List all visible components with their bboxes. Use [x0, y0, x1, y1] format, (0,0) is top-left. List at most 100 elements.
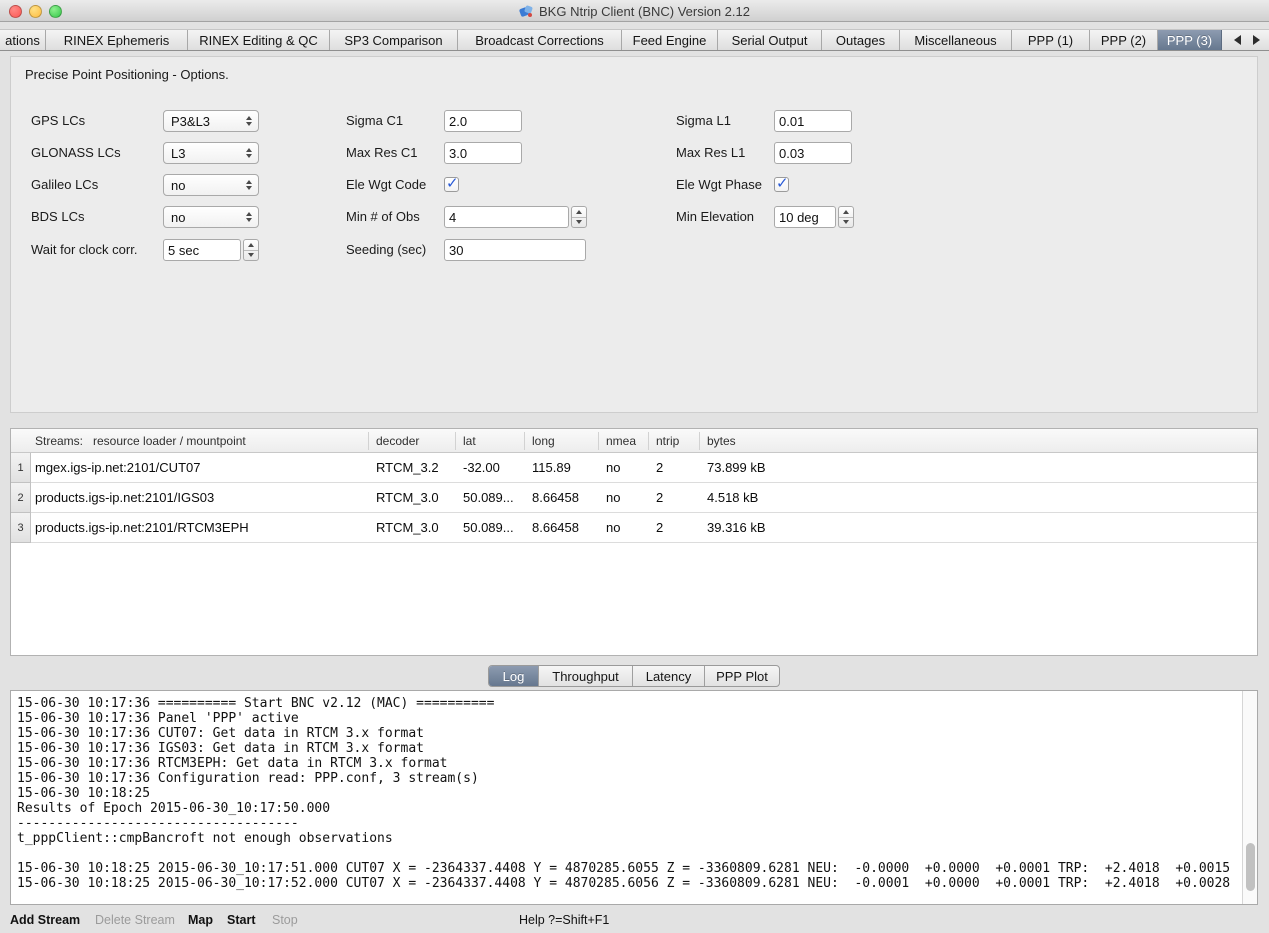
log-line: ------------------------------------: [17, 816, 1239, 831]
panel-heading: Precise Point Positioning - Options.: [25, 67, 229, 82]
scrollbar-thumb[interactable]: [1246, 843, 1255, 891]
tab-broadcast-corrections[interactable]: Broadcast Corrections: [458, 30, 622, 50]
stepper-down-icon[interactable]: [572, 218, 586, 228]
min-elevation-input[interactable]: [774, 206, 836, 228]
header-decoder: decoder: [376, 429, 419, 453]
tab-latency[interactable]: Latency: [633, 666, 705, 686]
divider: [699, 432, 700, 450]
header-lat: lat: [463, 429, 476, 453]
streams-table: Streams: resource loader / mountpoint de…: [10, 428, 1258, 656]
min-elevation-stepper[interactable]: [838, 206, 854, 228]
tab-feed-engine[interactable]: Feed Engine: [622, 30, 718, 50]
window-title: BKG Ntrip Client (BNC) Version 2.12: [539, 4, 750, 19]
gps-lcs-label: GPS LCs: [31, 110, 85, 132]
log-line: 15-06-30 10:18:25 2015-06-30_10:17:51.00…: [17, 861, 1239, 876]
cell-ntrip: 2: [656, 513, 663, 543]
wait-clock-label: Wait for clock corr.: [31, 239, 137, 261]
cell-ntrip: 2: [656, 453, 663, 483]
log-line: 15-06-30 10:17:36 Panel 'PPP' active: [17, 711, 1239, 726]
glonass-lcs-value: L3: [171, 146, 241, 161]
tab-ppp-2[interactable]: PPP (2): [1090, 30, 1158, 50]
stepper-down-icon[interactable]: [244, 251, 258, 261]
min-obs-input[interactable]: [444, 206, 569, 228]
log-line: 15-06-30 10:18:25: [17, 786, 1239, 801]
map-button[interactable]: Map: [188, 908, 213, 933]
sigma-c1-input[interactable]: [444, 110, 522, 132]
min-obs-stepper[interactable]: [571, 206, 587, 228]
ele-wgt-code-checkbox[interactable]: [444, 177, 459, 192]
log-line: 15-06-30 10:17:36 Configuration read: PP…: [17, 771, 1239, 786]
tab-scrollers: [1227, 30, 1267, 50]
seeding-label: Seeding (sec): [346, 239, 426, 261]
bds-lcs-select[interactable]: no: [163, 206, 259, 228]
max-res-l1-input[interactable]: [774, 142, 852, 164]
vertical-scrollbar[interactable]: [1242, 691, 1257, 904]
delete-stream-button[interactable]: Delete Stream: [95, 908, 175, 933]
tab-ppp-1[interactable]: PPP (1): [1012, 30, 1090, 50]
arrow-left-icon: [1234, 35, 1241, 45]
stop-button[interactable]: Stop: [272, 908, 298, 933]
stepper-up-icon[interactable]: [244, 240, 258, 251]
cell-mountpoint: products.igs-ip.net:2101/RTCM3EPH: [35, 513, 249, 543]
min-obs-label: Min # of Obs: [346, 206, 420, 228]
cell-decoder: RTCM_3.0: [376, 513, 439, 543]
header-nmea: nmea: [606, 429, 636, 453]
header-bytes: bytes: [707, 429, 736, 453]
table-row[interactable]: 3 products.igs-ip.net:2101/RTCM3EPH RTCM…: [11, 513, 1257, 543]
wait-clock-stepper[interactable]: [243, 239, 259, 261]
header-ntrip: ntrip: [656, 429, 679, 453]
table-row[interactable]: 1 mgex.igs-ip.net:2101/CUT07 RTCM_3.2 -3…: [11, 453, 1257, 483]
cell-lat: 50.089...: [463, 513, 514, 543]
max-res-c1-input[interactable]: [444, 142, 522, 164]
ppp-options-panel: Precise Point Positioning - Options. GPS…: [10, 56, 1258, 413]
tab-serial-output[interactable]: Serial Output: [718, 30, 822, 50]
row-number[interactable]: 3: [11, 513, 31, 543]
cell-long: 8.66458: [532, 513, 579, 543]
tab-rinex-observations[interactable]: ations: [0, 30, 46, 50]
sigma-l1-input[interactable]: [774, 110, 852, 132]
chevron-updown-icon: [241, 116, 256, 126]
log-line: 15-06-30 10:17:36 ========== Start BNC v…: [17, 696, 1239, 711]
galileo-lcs-select[interactable]: no: [163, 174, 259, 196]
log-line: Results of Epoch 2015-06-30_10:17:50.000: [17, 801, 1239, 816]
stepper-up-icon[interactable]: [839, 207, 853, 218]
log-line: 15-06-30 10:17:36 RTCM3EPH: Get data in …: [17, 756, 1239, 771]
tab-ppp-plot[interactable]: PPP Plot: [705, 666, 779, 686]
table-row[interactable]: 2 products.igs-ip.net:2101/IGS03 RTCM_3.…: [11, 483, 1257, 513]
title-bar: BKG Ntrip Client (BNC) Version 2.12: [0, 0, 1269, 22]
tab-ppp-3[interactable]: PPP (3): [1158, 30, 1222, 50]
max-res-l1-label: Max Res L1: [676, 142, 745, 164]
tab-rinex-ephemeris[interactable]: RINEX Ephemeris: [46, 30, 188, 50]
cell-decoder: RTCM_3.2: [376, 453, 439, 483]
app-icon: [519, 4, 534, 19]
wait-clock-input[interactable]: [163, 239, 241, 261]
bds-lcs-label: BDS LCs: [31, 206, 84, 228]
seeding-input[interactable]: [444, 239, 586, 261]
header-mountpoint: Streams: resource loader / mountpoint: [35, 429, 246, 453]
add-stream-button[interactable]: Add Stream: [10, 908, 80, 933]
glonass-lcs-select[interactable]: L3: [163, 142, 259, 164]
tab-scroll-right-button[interactable]: [1249, 32, 1264, 48]
tab-log[interactable]: Log: [489, 666, 539, 686]
cell-bytes: 73.899 kB: [707, 453, 766, 483]
start-button[interactable]: Start: [227, 908, 255, 933]
ele-wgt-phase-checkbox[interactable]: [774, 177, 789, 192]
divider: [368, 432, 369, 450]
tab-sp3-comparison[interactable]: SP3 Comparison: [330, 30, 458, 50]
cell-decoder: RTCM_3.0: [376, 483, 439, 513]
main-tab-bar: ations RINEX Ephemeris RINEX Editing & Q…: [0, 29, 1269, 51]
help-shortcut-label: Help ?=Shift+F1: [519, 908, 609, 933]
tab-miscellaneous[interactable]: Miscellaneous: [900, 30, 1012, 50]
log-panel[interactable]: 15-06-30 10:17:36 ========== Start BNC v…: [10, 690, 1258, 905]
row-number[interactable]: 1: [11, 453, 31, 483]
gps-lcs-select[interactable]: P3&L3: [163, 110, 259, 132]
divider: [598, 432, 599, 450]
tab-throughput[interactable]: Throughput: [539, 666, 633, 686]
row-number[interactable]: 2: [11, 483, 31, 513]
stepper-down-icon[interactable]: [839, 218, 853, 228]
tab-outages[interactable]: Outages: [822, 30, 900, 50]
bds-lcs-value: no: [171, 210, 241, 225]
stepper-up-icon[interactable]: [572, 207, 586, 218]
tab-scroll-left-button[interactable]: [1230, 32, 1245, 48]
tab-rinex-editing-qc[interactable]: RINEX Editing & QC: [188, 30, 330, 50]
